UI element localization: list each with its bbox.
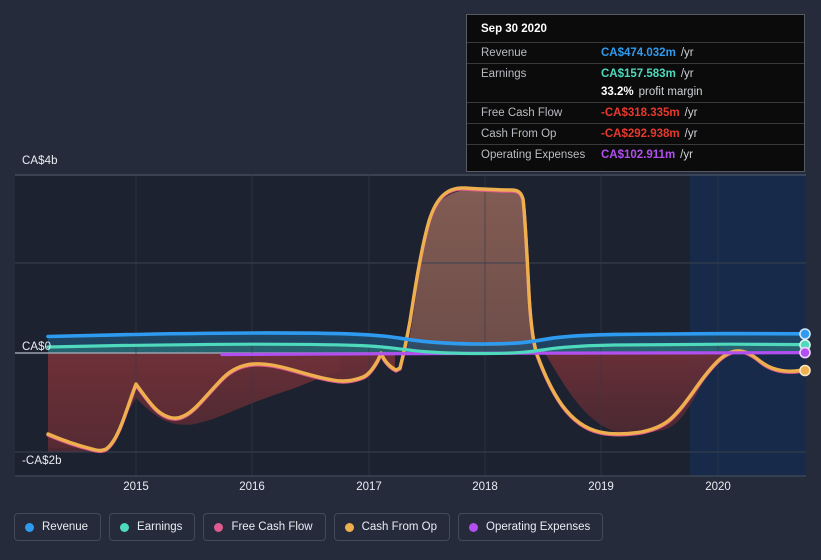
x-axis-label-2020: 2020 — [705, 481, 731, 493]
tooltip-label-free-cash-flow: Free Cash Flow — [481, 107, 563, 119]
tooltip-row-profit-margin: 33.2% profit margin — [467, 84, 804, 102]
operating-expenses-color-dot-icon — [469, 522, 479, 532]
earnings-color-dot-icon — [120, 522, 130, 532]
x-axis-label-2017: 2017 — [356, 481, 382, 493]
legend-item-earnings[interactable]: Earnings — [109, 513, 196, 541]
tooltip-label-cash-from-op: Cash From Op — [481, 128, 557, 140]
operating-expenses-endpoint-marker[interactable] — [799, 346, 811, 359]
legend-item-free-cash-flow[interactable]: Free Cash Flow — [203, 513, 326, 541]
revenue-endpoint-marker[interactable] — [799, 328, 811, 340]
chart-tooltip: Sep 30 2020 Revenue CA$474.032m /yr Earn… — [466, 14, 805, 172]
tooltip-value-free-cash-flow: -CA$318.335m — [601, 107, 680, 119]
tooltip-unit-free-cash-flow: /yr — [684, 107, 698, 119]
x-axis-label-2015: 2015 — [123, 481, 149, 493]
tooltip-label-operating-expenses: Operating Expenses — [481, 149, 586, 161]
tooltip-row-cash-from-op: Cash From Op -CA$292.938m /yr — [467, 123, 804, 144]
y-axis-label-4b: CA$4b — [22, 155, 58, 167]
tooltip-label-revenue: Revenue — [481, 47, 528, 59]
tooltip-unit-revenue: /yr — [680, 47, 694, 59]
tooltip-unit-earnings: /yr — [680, 68, 694, 80]
x-axis-label-2019: 2019 — [588, 481, 614, 493]
tooltip-label-earnings: Earnings — [481, 68, 527, 80]
tooltip-row-free-cash-flow: Free Cash Flow -CA$318.335m /yr — [467, 102, 804, 123]
y-axis-label-0: CA$0 — [22, 341, 52, 353]
legend-item-cash-from-op[interactable]: Cash From Op — [333, 513, 451, 541]
tooltip-row-earnings: Earnings CA$157.583m /yr — [467, 63, 804, 84]
legend-item-revenue[interactable]: Revenue — [14, 513, 102, 541]
legend-label-operating-expenses: Operating Expenses — [486, 521, 591, 533]
tooltip-unit-profit-margin: profit margin — [638, 86, 703, 98]
tooltip-unit-cash-from-op: /yr — [684, 128, 698, 140]
tooltip-row-operating-expenses: Operating Expenses CA$102.911m /yr — [467, 144, 804, 165]
cash-from-op-endpoint-marker[interactable] — [799, 364, 811, 377]
legend-label-cash-from-op: Cash From Op — [361, 521, 438, 533]
tooltip-value-profit-margin: 33.2% — [601, 86, 634, 98]
legend-label-revenue: Revenue — [42, 521, 89, 533]
free-cash-flow-color-dot-icon — [214, 522, 224, 532]
x-axis-label-2016: 2016 — [239, 481, 265, 493]
y-axis-label-minus2b: -CA$2b — [22, 455, 62, 467]
tooltip-date: Sep 30 2020 — [481, 23, 547, 35]
tooltip-value-earnings: CA$157.583m — [601, 68, 676, 80]
tooltip-value-operating-expenses: CA$102.911m — [601, 149, 676, 161]
financial-chart-page: CA$4b CA$0 -CA$2b 2015 2016 2017 2018 20… — [0, 0, 821, 560]
forecast-band — [690, 174, 806, 476]
tooltip-value-revenue: CA$474.032m — [601, 47, 676, 59]
tooltip-value-cash-from-op: -CA$292.938m — [601, 128, 680, 140]
cash-from-op-color-dot-icon — [344, 522, 354, 532]
revenue-color-dot-icon — [25, 522, 34, 532]
legend-label-free-cash-flow: Free Cash Flow — [231, 521, 313, 533]
tooltip-row-revenue: Revenue CA$474.032m /yr — [467, 42, 804, 63]
legend-item-operating-expenses[interactable]: Operating Expenses — [458, 513, 604, 541]
x-axis-label-2018: 2018 — [472, 481, 498, 493]
chart-legend: Revenue Earnings Free Cash Flow Cash Fro… — [14, 513, 604, 541]
legend-label-earnings: Earnings — [137, 521, 183, 533]
tooltip-unit-operating-expenses: /yr — [680, 149, 693, 161]
